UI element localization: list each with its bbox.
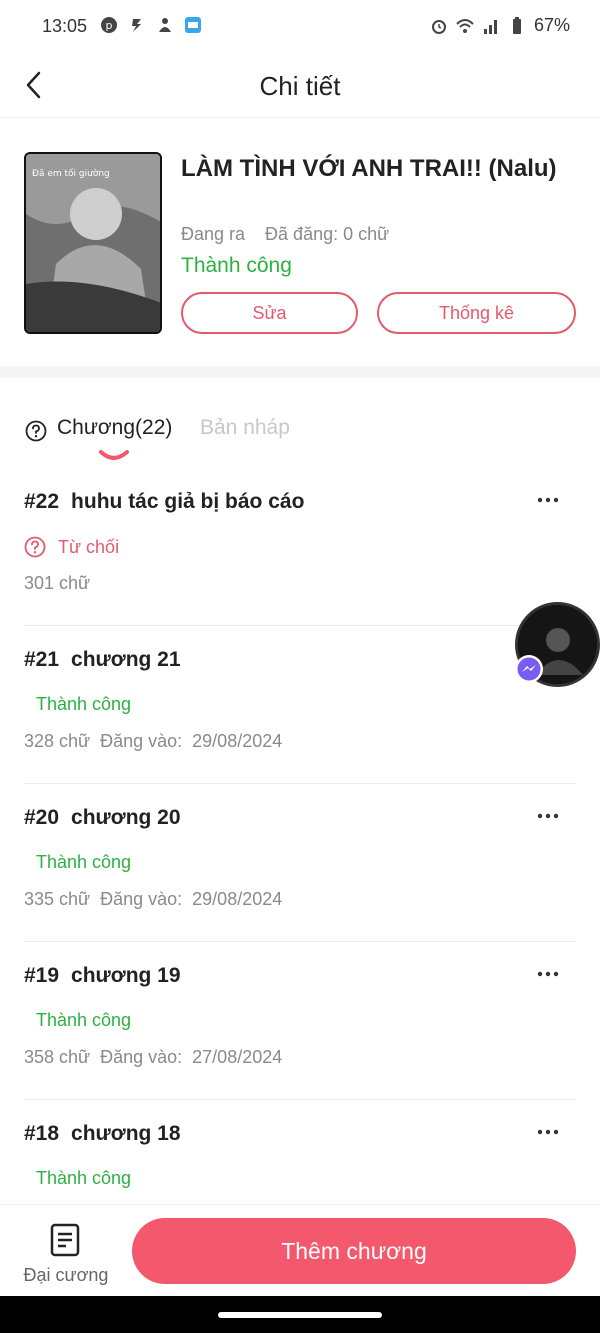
outline-button[interactable]: Đại cương — [22, 1221, 110, 1289]
outline-label: Đại cương — [23, 1265, 109, 1285]
chapter-posted-date: 27/08/2024 — [192, 1047, 283, 1067]
cover-illustration: Đã em tối giường — [26, 154, 160, 332]
chapter-words: 358 chữ — [24, 1047, 91, 1067]
chapter-status: Thành công — [36, 1168, 132, 1188]
chapter-title: huhu tác giả bị báo cáo — [71, 490, 305, 513]
more-options-icon[interactable] — [536, 1120, 560, 1144]
chapter-stats: 358 chữ Đăng vào: 27/08/2024 — [24, 1047, 292, 1068]
tabs: Chương(22) Bản nháp — [0, 410, 600, 466]
chapter-posted-label: Đăng vào: — [100, 889, 183, 909]
more-options-icon[interactable] — [536, 488, 560, 512]
chapter-number: #21 — [24, 648, 60, 671]
vacuum-icon — [159, 18, 171, 32]
pinterest-icon: p — [101, 17, 117, 33]
tab-indicator — [99, 450, 129, 460]
home-indicator[interactable] — [218, 1312, 382, 1318]
rejected-question-icon — [24, 536, 46, 558]
chapter-item[interactable]: #20 chương 20 Thành công 335 chữ Đăng vào:… — [24, 784, 576, 942]
chapter-number: #18 — [24, 1122, 60, 1145]
story-cover[interactable]: Đã em tối giường — [24, 152, 162, 334]
chapter-list: #22 huhu tác giả bị báo cáo Từ chối 301 c… — [0, 468, 600, 1258]
status-bar: 13:05 p 67% — [0, 0, 600, 54]
chapter-item[interactable]: #19 chương 19 Thành công 358 chữ Đăng vào:… — [24, 942, 576, 1100]
header: Chi tiết — [0, 54, 600, 118]
chapter-status: Thành công — [36, 852, 132, 872]
chapter-words: 301 chữ — [24, 573, 91, 593]
status-icons-left: p — [100, 16, 202, 34]
system-nav-bar — [0, 1296, 600, 1333]
tab-chapters[interactable]: Chương(22) — [57, 416, 172, 440]
chapter-heading: #20 chương 20 — [24, 806, 181, 830]
story-published-words: Đã đăng: 0 chữ — [265, 224, 390, 244]
signal-icon — [483, 19, 497, 34]
battery-level: 67% — [533, 15, 570, 35]
chapter-title: chương 18 — [71, 1122, 181, 1145]
document-icon — [50, 1223, 80, 1257]
chapter-words: 328 chữ — [24, 731, 91, 751]
chapter-item[interactable]: #21 chương 21 Thành công 328 chữ Đăng vào:… — [24, 626, 576, 784]
chapter-heading: #21 chương 21 — [24, 648, 181, 672]
chapter-number: #19 — [24, 964, 60, 987]
story-title: LÀM TÌNH VỚI ANH TRAI!! (Nalu) — [181, 155, 557, 182]
chapter-heading: #22 huhu tác giả bị báo cáo — [24, 490, 304, 514]
chapter-number: #20 — [24, 806, 60, 829]
chapter-status: Thành công — [36, 1010, 132, 1030]
story-card: Đã em tối giường LÀM TÌNH VỚI ANH TRAI!!… — [0, 118, 600, 366]
bottom-bar: Đại cương Thêm chương — [0, 1204, 600, 1296]
chapter-title: chương 19 — [71, 964, 181, 987]
alarm-icon — [431, 19, 446, 34]
status-icons-right: 67% — [430, 15, 570, 36]
chapter-number: #22 — [24, 490, 60, 513]
wifi-icon — [456, 18, 474, 33]
chapter-words: 335 chữ — [24, 889, 91, 909]
chapter-posted-label: Đăng vào: — [100, 1047, 183, 1067]
help-icon[interactable] — [25, 420, 47, 442]
chapter-status: Từ chối — [24, 536, 119, 558]
chapter-heading: #18 chương 18 — [24, 1122, 181, 1146]
page-title: Chi tiết — [259, 71, 341, 101]
section-divider — [0, 366, 600, 378]
chapter-item[interactable]: #22 huhu tác giả bị báo cáo Từ chối 301 c… — [24, 468, 576, 626]
chapter-stats: 328 chữ Đăng vào: 29/08/2024 — [24, 731, 292, 752]
chapter-stats: 301 chữ — [24, 573, 100, 594]
story-status: Thành công — [181, 254, 292, 277]
chapter-heading: #19 chương 19 — [24, 964, 181, 988]
stats-button[interactable]: Thống kê — [377, 292, 576, 334]
chapter-posted-label: Đăng vào: — [100, 731, 183, 751]
story-meta: Đang ra Đã đăng: 0 chữ — [181, 224, 389, 245]
status-time: 13:05 — [42, 16, 88, 36]
cover-text: Đã em tối giường — [32, 168, 110, 179]
chapter-status-label: Từ chối — [58, 536, 120, 557]
more-options-icon[interactable] — [536, 804, 560, 828]
add-chapter-button[interactable]: Thêm chương — [132, 1218, 576, 1284]
tab-drafts[interactable]: Bản nháp — [200, 416, 290, 440]
battery-icon — [512, 16, 521, 34]
chapter-status: Thành công — [36, 694, 132, 714]
flash-icon — [132, 19, 141, 32]
chapter-posted-date: 29/08/2024 — [192, 731, 283, 751]
edit-button[interactable]: Sửa — [181, 292, 358, 334]
chapter-posted-date: 29/08/2024 — [192, 889, 283, 909]
story-state: Đang ra — [181, 224, 246, 244]
chapter-title: chương 20 — [71, 806, 181, 829]
noveltoon-icon — [185, 17, 201, 33]
messenger-icon[interactable] — [514, 654, 544, 684]
more-options-icon[interactable] — [536, 962, 560, 986]
svg-text:p: p — [106, 19, 113, 32]
chapter-stats: 335 chữ Đăng vào: 29/08/2024 — [24, 889, 292, 910]
chapter-title: chương 21 — [71, 648, 181, 671]
